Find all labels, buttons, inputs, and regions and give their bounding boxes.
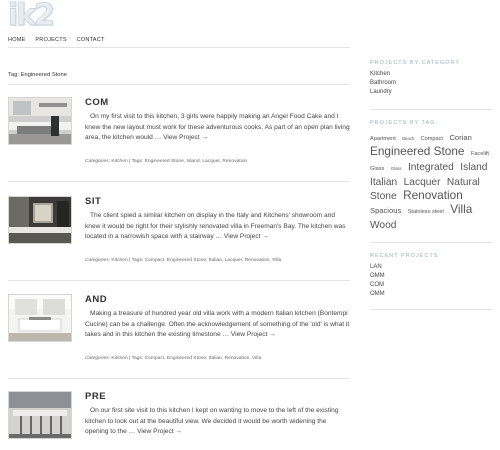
post-item: COM On my first visit to this kitchen, 3… (8, 97, 350, 177)
archive-title: Tag: Engineered Stone (8, 72, 67, 78)
tag-links[interactable]: Compact, Engineered Stone, Italian, Reno… (145, 356, 262, 361)
view-project-link[interactable]: View Project → (231, 331, 276, 338)
post-title[interactable]: COM (85, 97, 109, 108)
tag-link[interactable]: Natural (447, 177, 480, 188)
main-nav: HOME PROJECTS CONTACT (8, 37, 113, 43)
post-item: SIT The client spied a similar kitchen o… (8, 196, 350, 276)
nav-contact[interactable]: CONTACT (77, 37, 105, 43)
tag-link[interactable]: Villa (450, 202, 472, 216)
tag-link[interactable]: Integrated (408, 162, 454, 173)
tags-label: | Tags: (129, 356, 144, 361)
post-title[interactable]: PRE (85, 391, 106, 402)
recent-item[interactable]: LAN (370, 263, 492, 272)
post-meta: Categories: Kitchen | Tags: Engineered S… (85, 159, 247, 164)
category-link[interactable]: Kitchen (111, 356, 127, 361)
tag-link[interactable]: Compact (421, 136, 443, 142)
category-item-laundry[interactable]: Laundry (370, 88, 492, 97)
post-title[interactable]: SIT (85, 196, 101, 207)
recent-item[interactable]: COM (370, 281, 492, 290)
post-meta: Categories: Kitchen | Tags: Compact, Eng… (85, 258, 281, 263)
post-excerpt: On our first site visit to this kitchen … (85, 406, 350, 438)
tag-link[interactable]: Stainless steel (408, 209, 444, 215)
tag-links[interactable]: Engineered Stone, Island, Lacquer, Renov… (145, 159, 248, 164)
view-project-link[interactable]: View Project → (224, 233, 269, 240)
nav-projects[interactable]: PROJECTS (35, 37, 66, 43)
tag-link[interactable]: Glass (370, 166, 384, 172)
recent-item[interactable]: OMM (370, 272, 492, 281)
sidebar-divider (370, 109, 492, 110)
tag-link[interactable]: Stone (370, 191, 397, 202)
archive-divider (8, 84, 350, 85)
excerpt-text: Making a treasure of hundred year old vi… (85, 310, 350, 338)
post-divider (8, 378, 350, 379)
post-title[interactable]: AND (85, 294, 107, 305)
sidebar: PROJECTS BY CATEGORY Kitchen Bathroom La… (370, 60, 492, 310)
sidebar-divider (370, 309, 492, 310)
tag-link[interactable]: Wood (370, 220, 396, 231)
tag-link[interactable]: Italian (370, 177, 397, 188)
view-project-link[interactable]: View Project → (137, 428, 182, 435)
category-link[interactable]: Kitchen (111, 258, 127, 263)
post-excerpt: Making a treasure of hundred year old vi… (85, 309, 350, 341)
categories-label: Categories: (85, 258, 111, 263)
header-divider (8, 47, 350, 48)
post-divider (8, 181, 350, 182)
post-item: AND Making a treasure of hundred year ol… (8, 294, 350, 374)
excerpt-text: On our first site visit to this kitchen … (85, 407, 339, 435)
post-thumbnail[interactable] (8, 294, 72, 342)
category-link[interactable]: Kitchen (111, 159, 127, 164)
post-thumbnail[interactable] (8, 97, 72, 145)
category-list: Kitchen Bathroom Laundry (370, 70, 492, 97)
post-divider (8, 280, 350, 281)
excerpt-text: On my first visit to this kitchen, 3 gir… (85, 113, 350, 141)
tag-link[interactable]: Lacquer (404, 177, 441, 188)
tag-link[interactable]: Gloss (391, 166, 402, 171)
tag-link[interactable]: Spacious (370, 206, 401, 215)
tag-link[interactable]: Beach (402, 136, 414, 141)
recent-item[interactable]: OMM (370, 290, 492, 299)
tag-link[interactable]: Corian (449, 133, 471, 142)
tag-cloud: Apartment Beach Compact Corian Engineere… (370, 130, 492, 232)
nav-home[interactable]: HOME (8, 37, 26, 43)
site-logo[interactable]: ik2 (7, 0, 66, 33)
view-project-link[interactable]: View Project → (163, 134, 208, 141)
post-item: PRE On our first site visit to this kitc… (8, 391, 350, 447)
tag-link[interactable]: Renovation (403, 188, 463, 202)
categories-label: Categories: (85, 159, 111, 164)
tag-link[interactable]: Engineered Stone (370, 144, 464, 158)
post-thumbnail[interactable] (8, 196, 72, 244)
sidebar-divider (370, 242, 492, 243)
logo-text: ik2 (7, 0, 55, 33)
excerpt-text: The client spied a similar kitchen on di… (85, 212, 346, 240)
post-thumbnail[interactable] (8, 391, 72, 439)
categories-label: Categories: (85, 356, 111, 361)
categories-heading: PROJECTS BY CATEGORY (370, 60, 460, 66)
category-item-bathroom[interactable]: Bathroom (370, 79, 492, 88)
post-meta: Categories: Kitchen | Tags: Compact, Eng… (85, 356, 261, 361)
tag-link[interactable]: Island (460, 162, 487, 173)
tag-links[interactable]: Compact, Engineered Stone, Italian, Lacq… (145, 258, 282, 263)
recent-heading: RECENT PROJECTS (370, 253, 439, 259)
category-item-kitchen[interactable]: Kitchen (370, 70, 492, 79)
recent-list: LAN OMM COM OMM (370, 263, 492, 299)
tag-link[interactable]: Facelift (471, 151, 489, 157)
tag-link[interactable]: Apartment (370, 136, 396, 142)
tags-label: | Tags: (129, 258, 144, 263)
post-excerpt: On my first visit to this kitchen, 3 gir… (85, 112, 350, 144)
post-excerpt: The client spied a similar kitchen on di… (85, 211, 350, 243)
tags-heading: PROJECTS BY TAG: (370, 120, 438, 126)
tags-label: | Tags: (129, 159, 144, 164)
